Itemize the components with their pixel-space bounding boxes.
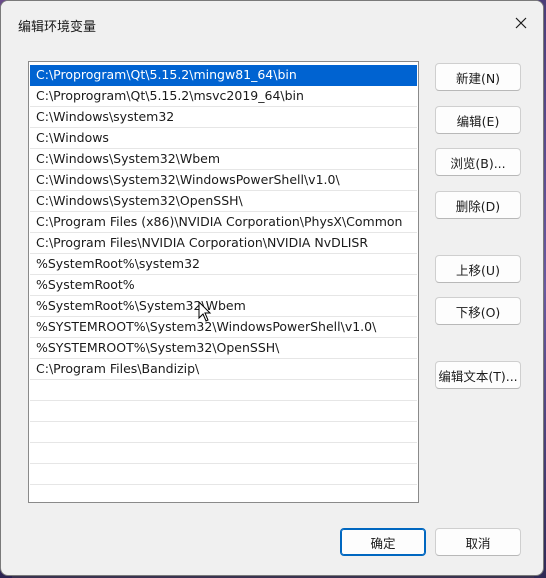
path-list-item[interactable] [30, 464, 417, 485]
close-button[interactable] [509, 11, 533, 35]
move-down-button[interactable]: 下移(O) [435, 297, 521, 325]
new-button[interactable]: 新建(N) [435, 63, 521, 91]
path-list-item[interactable]: C:\Windows\System32\WindowsPowerShell\v1… [30, 170, 417, 191]
path-list-item[interactable]: C:\Proprogram\Qt\5.15.2\msvc2019_64\bin [30, 86, 417, 107]
path-list-item[interactable]: C:\Program Files\Bandizip\ [30, 359, 417, 380]
path-list-item[interactable] [30, 422, 417, 443]
path-list-item[interactable]: %SystemRoot%\System32\Wbem [30, 296, 417, 317]
path-list-item[interactable]: C:\Windows\System32\Wbem [30, 149, 417, 170]
path-list-item[interactable]: %SYSTEMROOT%\System32\OpenSSH\ [30, 338, 417, 359]
path-list-item[interactable] [30, 401, 417, 422]
move-up-button[interactable]: 上移(U) [435, 255, 521, 283]
delete-button[interactable]: 删除(D) [435, 191, 521, 219]
path-list[interactable]: C:\Proprogram\Qt\5.15.2\mingw81_64\bin C:… [28, 61, 419, 503]
path-list-item[interactable]: C:\Program Files (x86)\NVIDIA Corporatio… [30, 212, 417, 233]
path-list-item[interactable] [30, 485, 417, 502]
mouse-cursor-icon [198, 301, 212, 322]
cancel-button[interactable]: 取消 [435, 528, 521, 556]
window-title: 编辑环境变量 [18, 20, 97, 35]
ok-button[interactable]: 确定 [340, 528, 426, 556]
edit-text-button[interactable]: 编辑文本(T)... [435, 361, 521, 389]
title-bar[interactable]: 编辑环境变量 [1, 1, 543, 47]
path-list-item[interactable]: C:\Windows\system32 [30, 107, 417, 128]
edit-env-var-dialog: 编辑环境变量 C:\Proprogram\Qt\5.15.2\mingw81_6… [0, 0, 544, 576]
path-list-item[interactable] [30, 380, 417, 401]
path-list-item[interactable]: %SYSTEMROOT%\System32\WindowsPowerShell\… [30, 317, 417, 338]
path-list-item[interactable]: C:\Windows\System32\OpenSSH\ [30, 191, 417, 212]
path-list-item[interactable]: %SystemRoot% [30, 275, 417, 296]
path-list-item[interactable]: C:\Program Files\NVIDIA Corporation\NVID… [30, 233, 417, 254]
edit-button[interactable]: 编辑(E) [435, 106, 521, 134]
path-list-item[interactable]: %SystemRoot%\system32 [30, 254, 417, 275]
browse-button[interactable]: 浏览(B)... [435, 148, 521, 176]
close-icon [515, 17, 527, 29]
path-list-item[interactable] [30, 443, 417, 464]
path-list-item[interactable]: C:\Windows [30, 128, 417, 149]
path-list-item[interactable]: C:\Proprogram\Qt\5.15.2\mingw81_64\bin [30, 65, 417, 86]
